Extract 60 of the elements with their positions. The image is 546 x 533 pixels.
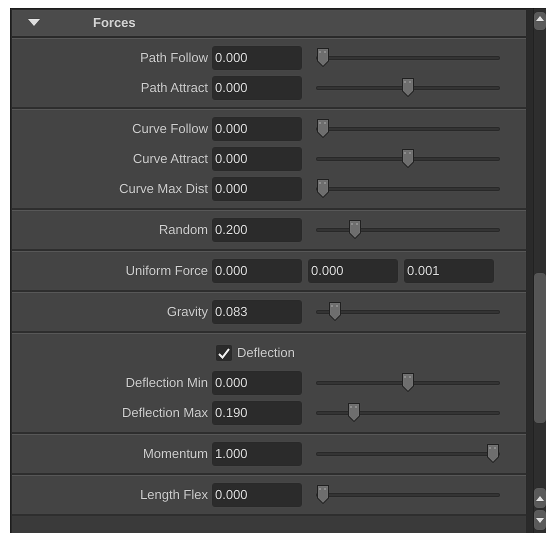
slider[interactable] xyxy=(316,218,500,242)
slider-thumb[interactable] xyxy=(348,220,362,239)
slider[interactable] xyxy=(316,483,500,507)
slider-thumb[interactable] xyxy=(486,444,500,463)
checkbox[interactable]: Deflection xyxy=(216,343,295,363)
field-label: Random xyxy=(158,221,209,240)
number-field[interactable]: 0.000 xyxy=(212,177,302,201)
up-arrow-icon xyxy=(536,496,544,500)
number-field[interactable]: 0.000 xyxy=(308,259,398,283)
slider-thumb[interactable] xyxy=(328,302,342,321)
number-field[interactable]: 0.190 xyxy=(212,401,302,425)
slider[interactable] xyxy=(316,300,500,324)
number-field[interactable]: 1.000 xyxy=(212,442,302,466)
section-title: Forces xyxy=(93,14,136,32)
field-label: Gravity xyxy=(166,303,209,322)
checkmark-icon xyxy=(218,348,230,358)
field-label: Path Follow xyxy=(139,49,209,68)
field-label: Curve Attract xyxy=(132,150,209,168)
field-label: Deflection Max xyxy=(121,404,209,422)
scroll-down-button[interactable] xyxy=(534,510,546,530)
slider-thumb[interactable] xyxy=(401,373,415,392)
scroll-thumb[interactable] xyxy=(534,273,546,423)
slider-thumb[interactable] xyxy=(346,403,361,422)
slider[interactable] xyxy=(316,401,500,425)
number-field[interactable]: 0.001 xyxy=(404,259,494,283)
number-field[interactable]: 0.000 xyxy=(212,259,302,283)
slider-thumb[interactable] xyxy=(401,149,415,168)
up-arrow-icon xyxy=(536,16,544,21)
field-label: Path Attract xyxy=(140,79,209,98)
slider[interactable] xyxy=(316,117,500,141)
number-field[interactable]: 0.000 xyxy=(212,76,302,100)
slider-thumb[interactable] xyxy=(316,485,330,504)
number-field[interactable]: 0.000 xyxy=(212,371,302,395)
number-field[interactable]: 0.000 xyxy=(212,117,302,141)
slider[interactable] xyxy=(316,147,500,171)
number-field[interactable]: 0.000 xyxy=(212,46,302,70)
slider-thumb[interactable] xyxy=(316,119,330,138)
slider[interactable] xyxy=(316,371,500,395)
number-field[interactable]: 0.000 xyxy=(212,483,302,507)
number-field[interactable]: 0.000 xyxy=(212,147,302,171)
field-label: Deflection Min xyxy=(124,374,209,392)
field-label: Uniform Force xyxy=(124,262,209,280)
slider-thumb[interactable] xyxy=(401,78,415,97)
scroll-up-button[interactable] xyxy=(534,488,546,508)
slider-thumb[interactable] xyxy=(316,48,330,67)
down-arrow-icon xyxy=(536,518,544,522)
slider-thumb[interactable] xyxy=(316,179,330,198)
scrollbar[interactable] xyxy=(533,8,546,533)
number-field[interactable]: 0.200 xyxy=(212,218,302,242)
section-header[interactable]: Forces xyxy=(12,10,526,38)
field-label: Curve Max Dist xyxy=(118,180,209,198)
field-label: Length Flex xyxy=(139,486,209,504)
scroll-up-button[interactable] xyxy=(534,12,546,30)
slider[interactable] xyxy=(316,76,500,100)
slider[interactable] xyxy=(316,46,500,70)
number-field[interactable]: 0.083 xyxy=(212,300,302,324)
field-label: Curve Follow xyxy=(131,120,209,138)
field-label: Momentum xyxy=(142,445,209,464)
slider[interactable] xyxy=(316,442,500,466)
slider[interactable] xyxy=(316,177,500,201)
